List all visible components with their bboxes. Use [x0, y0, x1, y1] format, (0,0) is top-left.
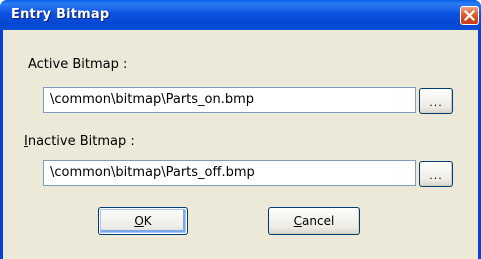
ok-button[interactable]: OK [98, 207, 188, 235]
browse-button-label: ... [429, 95, 443, 109]
ok-rest: K [143, 214, 152, 228]
active-bitmap-path-input[interactable]: \common\bitmap\Parts_on.bmp [43, 87, 416, 113]
cancel-button[interactable]: Cancel [268, 207, 360, 235]
title-bar[interactable]: Entry Bitmap [0, 0, 481, 30]
cancel-mnemonic: C [293, 214, 303, 228]
cancel-rest: ancel [302, 214, 335, 228]
window-title: Entry Bitmap [11, 7, 110, 22]
inactive-label-rest: nactive Bitmap : [27, 134, 135, 149]
dialog-body: Active Bitmap : \common\bitmap\Parts_on.… [3, 30, 478, 259]
entry-bitmap-dialog: Entry Bitmap Active Bitmap : \common\bit… [0, 0, 481, 259]
ok-mnemonic: O [134, 214, 144, 228]
active-browse-button[interactable]: ... [419, 88, 453, 114]
active-bitmap-label: Active Bitmap : [28, 57, 128, 72]
inactive-bitmap-path-input[interactable]: \common\bitmap\Parts_off.bmp [43, 160, 416, 186]
inactive-bitmap-label: Inactive Bitmap : [24, 134, 135, 149]
browse-button-label: ... [429, 168, 443, 182]
close-icon [464, 10, 475, 21]
inactive-browse-button[interactable]: ... [419, 161, 453, 187]
close-button[interactable] [460, 6, 479, 25]
